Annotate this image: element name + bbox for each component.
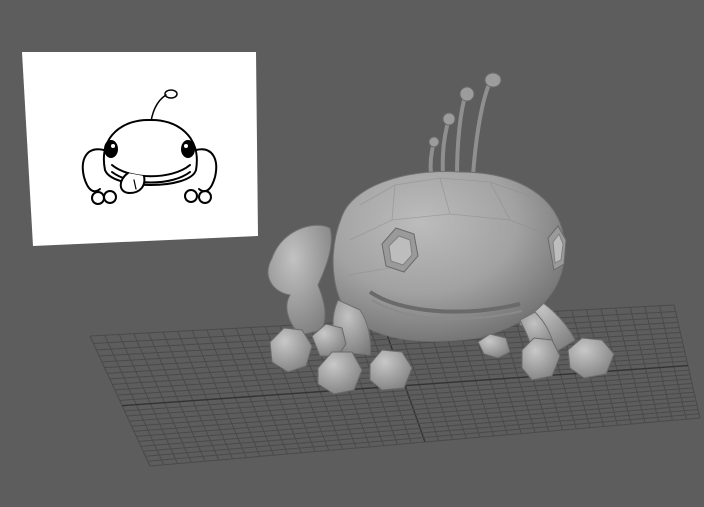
antenna-tip-1 [484,72,502,88]
antenna-tip-4 [428,136,440,148]
viewport-canvas[interactable] [0,0,704,507]
image-plane[interactable] [22,52,258,246]
antenna-tip-2 [459,86,475,102]
antenna-tip-3 [442,112,456,126]
maya-viewport[interactable] [0,0,704,507]
